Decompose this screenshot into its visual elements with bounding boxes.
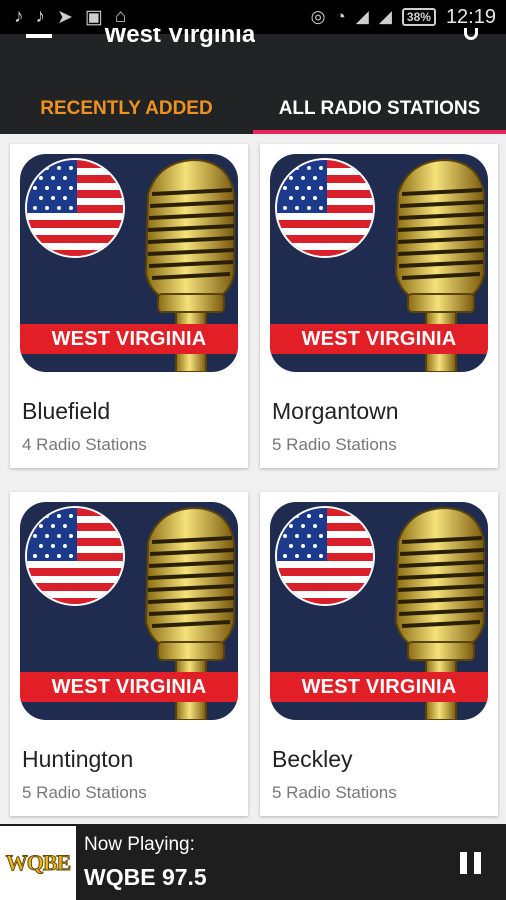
city-card[interactable]: WEST VIRGINIA Beckley 5 Radio Stations [260, 492, 498, 816]
sync-icon: ◎ [310, 7, 326, 26]
pause-icon [460, 852, 467, 874]
city-card[interactable]: WEST VIRGINIA Bluefield 4 Radio Stations [10, 144, 248, 468]
pause-icon [474, 852, 481, 874]
station-count: 5 Radio Stations [272, 435, 397, 454]
tab-all-radio-stations[interactable]: ALL RADIO STATIONS [253, 84, 506, 134]
city-name: Morgantown [272, 398, 399, 424]
clock: 12:19 [445, 5, 496, 28]
station-count: 5 Radio Stations [272, 783, 397, 802]
system-icons: ◎ ◔ ◢ ◢ 38% 12:19 [311, 6, 496, 29]
station-grid: WEST VIRGINIA Bluefield 4 Radio Stations [0, 134, 506, 824]
city-card[interactable]: WEST VIRGINIA Morgantown 5 Radio Station… [260, 144, 498, 468]
station-count: 5 Radio Stations [22, 783, 147, 802]
notification-icons: ♪ ♪ ➤ ▣ ⌂ [14, 6, 126, 29]
battery-indicator: 38% [401, 8, 436, 26]
signal-icon: ◢ [355, 7, 369, 26]
station-count: 4 Radio Stations [22, 435, 147, 454]
tab-bar: RECENTLY ADDED ALL RADIO STATIONS [0, 84, 506, 134]
us-flag-icon [25, 158, 125, 258]
app-bar: West Virginia RECENTLY ADDED ALL RADIO S… [0, 28, 506, 134]
us-flag-icon [25, 506, 125, 606]
state-banner: WEST VIRGINIA [20, 672, 238, 702]
city-name: Bluefield [22, 398, 111, 424]
now-playing-label: Now Playing: [84, 834, 195, 855]
now-playing-bar[interactable]: WQBE Now Playing: WQBE 97.5 [0, 824, 506, 900]
station-logo: WQBE [0, 826, 76, 900]
broom-icon: ⌂ [114, 6, 127, 27]
tab-recently-added[interactable]: RECENTLY ADDED [0, 84, 253, 134]
station-artwork: WEST VIRGINIA [270, 154, 488, 372]
state-banner: WEST VIRGINIA [270, 672, 488, 702]
signal-icon: ◢ [378, 7, 392, 26]
station-artwork: WEST VIRGINIA [20, 154, 238, 372]
wifi-icon: ◔ [335, 7, 346, 26]
station-artwork: WEST VIRGINIA [270, 502, 488, 720]
music-note-icon: ♪ [14, 6, 24, 27]
send-icon: ➤ [57, 6, 73, 28]
page-title: West Virginia [104, 28, 256, 48]
city-name: Huntington [22, 746, 134, 772]
city-name: Beckley [272, 746, 353, 772]
music-note-icon: ♪ [35, 6, 46, 27]
now-playing-station: WQBE 97.5 [84, 864, 207, 890]
image-icon: ▣ [84, 6, 103, 28]
city-card[interactable]: WEST VIRGINIA Huntington 5 Radio Station… [10, 492, 248, 816]
station-artwork: WEST VIRGINIA [20, 502, 238, 720]
search-icon[interactable] [464, 28, 478, 40]
state-banner: WEST VIRGINIA [20, 324, 238, 354]
menu-icon[interactable] [26, 34, 52, 38]
us-flag-icon [275, 158, 375, 258]
state-banner: WEST VIRGINIA [270, 324, 488, 354]
pause-button[interactable] [460, 852, 484, 874]
us-flag-icon [275, 506, 375, 606]
